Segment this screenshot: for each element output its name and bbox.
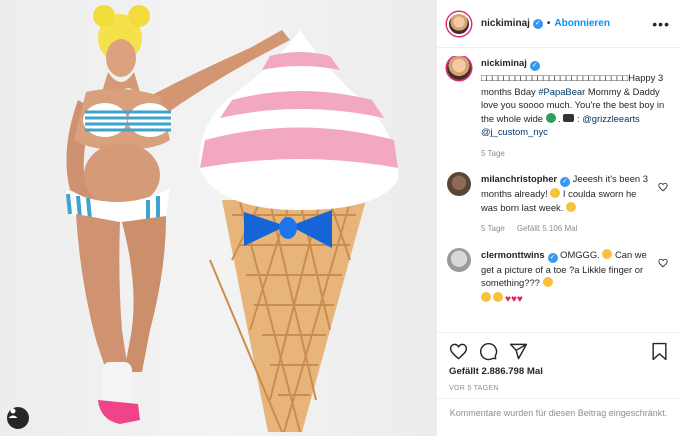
caption-time[interactable]: 5 Tage (481, 147, 505, 161)
like-button[interactable] (447, 341, 469, 363)
caption-text-3: . (555, 112, 564, 124)
crying-emoji-icon (542, 277, 553, 287)
user-tag-icon[interactable] (7, 407, 29, 429)
camera-emoji-icon (563, 113, 575, 122)
heart-icon[interactable] (658, 258, 668, 268)
verified-icon: ✓ (532, 18, 543, 29)
comment-username[interactable]: milanchristopher (481, 173, 557, 184)
photo-illustration (66, 5, 399, 433)
caption-meta: 5 Tage (481, 147, 668, 161)
post-date[interactable]: VOR 5 TAGEN (449, 385, 499, 392)
grin-emoji-icon (565, 201, 576, 212)
caption-avatar[interactable] (447, 56, 471, 80)
comment-body: clermonttwins ✓ OMGGG. Can we get a pictu… (481, 248, 652, 307)
globe-emoji-icon (545, 112, 556, 123)
post-photo[interactable] (0, 0, 437, 436)
share-icon (509, 343, 527, 360)
comment-item: clermonttwins ✓ OMGGG. Can we get a pictu… (447, 247, 668, 307)
crying-emoji-icon (481, 291, 491, 302)
save-button[interactable] (648, 341, 670, 363)
follow-button[interactable]: Abonnieren (554, 18, 610, 29)
comment-likes[interactable]: Gefällt 5.106 Mal (517, 222, 577, 236)
comment-item: milanchristopher ✓ Jeeesh it's been 3 mon… (447, 172, 668, 236)
comments-closed-notice: Kommentare wurden für diesen Beitrag ein… (437, 398, 680, 436)
heart-eyes-emoji-icon (602, 248, 613, 259)
share-button[interactable] (507, 341, 529, 363)
caption-username[interactable]: nickiminaj (481, 57, 527, 68)
comment-avatar[interactable] (447, 172, 471, 196)
caption-body: nickiminaj ✓ □□□□□□□□□□□□□□□□□□□□□□□□□□Ha… (481, 56, 668, 160)
instagram-post: nickiminaj ✓ • Abonnieren ••• nickiminaj… (0, 0, 680, 436)
comment-time[interactable]: 5 Tage (481, 222, 505, 236)
bookmark-icon (651, 342, 667, 361)
comment-username[interactable]: clermonttwins (481, 249, 545, 260)
author-avatar[interactable] (447, 11, 471, 36)
mention-link-1[interactable]: @grizzleearts (582, 113, 639, 124)
comment-button[interactable] (477, 341, 499, 363)
action-bar (437, 332, 680, 370)
crying-emoji-icon (493, 291, 503, 302)
post-sidebar: nickiminaj ✓ • Abonnieren ••• nickiminaj… (437, 0, 680, 436)
hashtag-link[interactable]: #PapaBear (538, 86, 585, 97)
verified-icon: ✓ (547, 252, 558, 263)
comments-list[interactable]: nickiminaj ✓ □□□□□□□□□□□□□□□□□□□□□□□□□□Ha… (437, 56, 680, 332)
comment-body: milanchristopher ✓ Jeeesh it's been 3 mon… (481, 172, 652, 236)
likes-count[interactable]: Gefällt 2.886.798 Mal (449, 366, 543, 377)
comment-icon (479, 343, 497, 361)
comment-avatar[interactable] (447, 247, 471, 272)
person-glyph (8, 408, 18, 418)
more-icon[interactable]: ••• (652, 16, 670, 32)
post-header: nickiminaj ✓ • Abonnieren ••• (437, 0, 680, 48)
separator-dot: • (546, 18, 551, 29)
comment-text: OMGGG. (557, 248, 603, 260)
sad-emoji-icon (550, 188, 561, 198)
caption: nickiminaj ✓ □□□□□□□□□□□□□□□□□□□□□□□□□□Ha… (447, 56, 668, 160)
verified-icon: ✓ (560, 177, 571, 187)
comment-meta: 5 Tage Gefällt 5.106 Mal (481, 222, 652, 236)
heart-icon[interactable] (658, 182, 668, 192)
red-heart-emoji-icon: ♥ (516, 293, 523, 305)
author-username[interactable]: nickiminaj (481, 18, 530, 29)
verified-icon: ✓ (529, 61, 540, 71)
caption-squares: □□□□□□□□□□□□□□□□□□□□□□□□□□ (481, 72, 629, 83)
emoji-row: ♥♥♥ (481, 291, 652, 307)
mention-link-2[interactable]: @j_custom_nyc (481, 126, 548, 137)
heart-icon (449, 343, 467, 360)
